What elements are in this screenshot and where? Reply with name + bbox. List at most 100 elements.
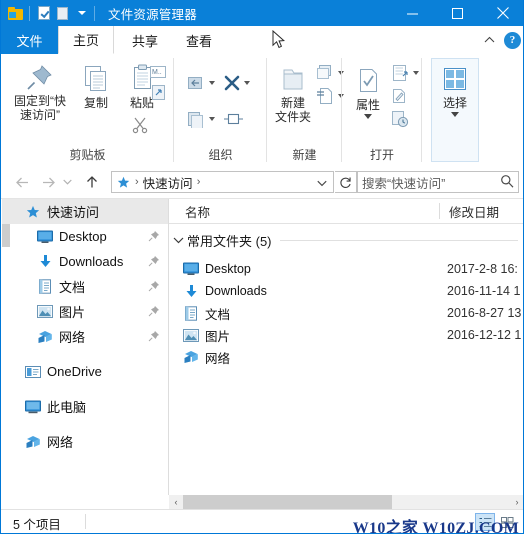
properties-caret-icon[interactable]	[364, 114, 372, 119]
chevron-down-icon[interactable]	[169, 231, 187, 249]
scroll-right-arrow-icon[interactable]: ›	[510, 495, 523, 509]
copy-button[interactable]: 复制	[73, 62, 119, 110]
sidebar-item-desktop[interactable]: Desktop	[2, 224, 168, 249]
sidebar-item-network[interactable]: 网络	[2, 429, 168, 454]
explorer-icon[interactable]	[6, 4, 24, 22]
scroll-left-arrow-icon[interactable]: ‹	[169, 495, 183, 509]
table-row[interactable]: 图片 2016-12-12 1	[169, 325, 523, 345]
sidebar-item-this-pc[interactable]: 此电脑	[2, 394, 168, 419]
file-name: Desktop	[205, 262, 251, 276]
tab-home[interactable]: 主页	[58, 26, 114, 54]
scrollbar-thumb[interactable]	[183, 495, 392, 509]
help-icon[interactable]: ?	[504, 31, 521, 49]
delete-button[interactable]	[223, 74, 250, 92]
table-row[interactable]: Downloads 2016-11-14 1	[169, 281, 523, 301]
open-with-button[interactable]	[390, 64, 419, 82]
column-header-date-label: 修改日期	[449, 205, 500, 220]
back-button[interactable]	[11, 171, 33, 193]
qat-divider-2	[94, 5, 95, 21]
sidebar-item-quick-access-label: 快速访问	[47, 205, 100, 220]
pin-to-quick-access-button[interactable]: 固定到“快 速访问”	[7, 62, 73, 122]
copy-path-button[interactable]: M..	[149, 64, 167, 80]
sidebar-item-onedrive[interactable]: OneDrive	[2, 359, 168, 384]
edit-button[interactable]	[390, 87, 408, 105]
paste-shortcut-button[interactable]	[151, 84, 166, 101]
sidebar-item-documents[interactable]: 文档	[2, 274, 168, 299]
edit-icon	[393, 89, 405, 103]
history-button[interactable]	[390, 110, 410, 128]
select-caret-icon[interactable]	[451, 112, 459, 117]
pin-icon[interactable]	[148, 255, 160, 267]
address-dropdown-icon[interactable]	[314, 175, 330, 191]
scrollbar-track[interactable]	[183, 495, 510, 509]
tab-share[interactable]: 共享	[119, 26, 171, 54]
select-grid-icon	[444, 68, 466, 90]
copy-to-button[interactable]	[186, 110, 215, 128]
delete-caret-icon[interactable]	[244, 81, 250, 85]
close-button[interactable]	[480, 0, 523, 26]
maximize-button[interactable]	[435, 0, 480, 26]
navigation-pane[interactable]: 快速访问 Desktop Downloads 文档 图片 网络 OneDrive…	[2, 199, 168, 495]
column-header-date[interactable]: 修改日期	[441, 199, 523, 223]
desktop-icon	[181, 260, 201, 278]
sidebar-item-network-quick[interactable]: 网络	[2, 324, 168, 349]
ribbon-group-organize: 组织	[174, 54, 267, 166]
pin-icon	[27, 65, 52, 90]
group-header-frequent-folders[interactable]: 常用文件夹 (5)	[169, 229, 523, 251]
star-icon	[24, 203, 42, 220]
column-header-name[interactable]: 名称	[177, 199, 437, 223]
customize-qat-icon[interactable]	[71, 4, 89, 22]
properties-label: 属性	[355, 98, 380, 112]
table-row[interactable]: Desktop 2017-2-8 16:	[169, 259, 523, 279]
column-divider[interactable]	[439, 203, 440, 219]
file-name: 网络	[205, 351, 231, 366]
horizontal-scrollbar[interactable]: ‹ ›	[169, 495, 523, 509]
easy-access-button[interactable]	[315, 87, 344, 105]
collapse-ribbon-icon[interactable]	[480, 31, 498, 49]
select-label: 选择	[442, 96, 467, 110]
copy-to-caret-icon[interactable]	[209, 117, 215, 121]
group-header-label: 常用文件夹 (5)	[187, 233, 272, 249]
refresh-button[interactable]	[335, 171, 357, 193]
forward-button[interactable]	[37, 171, 59, 193]
ribbon-tabs: 文件 主页 共享 查看 ?	[1, 26, 523, 55]
new-item-button[interactable]	[315, 64, 344, 82]
sidebar-item-quick-access[interactable]: 快速访问	[2, 199, 168, 224]
address-field[interactable]: › 快速访问 ›	[111, 171, 334, 193]
new-folder-icon[interactable]	[53, 4, 71, 22]
recent-locations-button[interactable]	[59, 171, 75, 193]
pin-icon[interactable]	[148, 280, 160, 292]
sidebar-item-pictures[interactable]: 图片	[2, 299, 168, 324]
pin-icon[interactable]	[148, 230, 160, 242]
properties-button[interactable]: 属性	[346, 66, 390, 119]
pin-icon[interactable]	[148, 330, 160, 342]
copy-path-icon: M..	[150, 66, 166, 78]
table-row[interactable]: 网络	[169, 347, 523, 367]
search-box[interactable]: 搜索“快速访问”	[357, 171, 519, 193]
status-divider	[85, 514, 86, 529]
window-controls	[390, 0, 523, 26]
search-input[interactable]: 搜索“快速访问”	[362, 173, 500, 192]
breadcrumb-chevron-1[interactable]: ›	[135, 176, 139, 188]
properties-icon[interactable]	[35, 4, 53, 22]
cut-button[interactable]	[131, 116, 149, 134]
pin-icon[interactable]	[148, 305, 160, 317]
this-pc-icon	[24, 398, 42, 415]
minimize-button[interactable]	[390, 0, 435, 26]
move-to-button[interactable]	[186, 74, 215, 92]
move-to-caret-icon[interactable]	[209, 81, 215, 85]
sidebar-item-downloads[interactable]: Downloads	[2, 249, 168, 274]
file-list-pane[interactable]: 名称 修改日期 常用文件夹 (5) Desktop 2017-2-8 16: D…	[169, 199, 523, 495]
rename-button[interactable]	[223, 110, 245, 128]
table-row[interactable]: 文档 2016-8-27 13	[169, 303, 523, 323]
breadcrumb-item-quick-access[interactable]: 快速访问	[143, 173, 193, 192]
select-button[interactable]: 选择	[431, 64, 479, 117]
tab-file[interactable]: 文件	[1, 26, 58, 54]
search-icon[interactable]	[500, 174, 514, 191]
new-folder-button[interactable]: 新建 文件夹	[269, 66, 317, 124]
up-button[interactable]	[81, 171, 103, 193]
tab-view[interactable]: 查看	[173, 26, 225, 54]
breadcrumb-chevron-2[interactable]: ›	[197, 176, 201, 188]
open-with-caret-icon[interactable]	[413, 71, 419, 75]
tab-home-label: 主页	[72, 33, 99, 48]
